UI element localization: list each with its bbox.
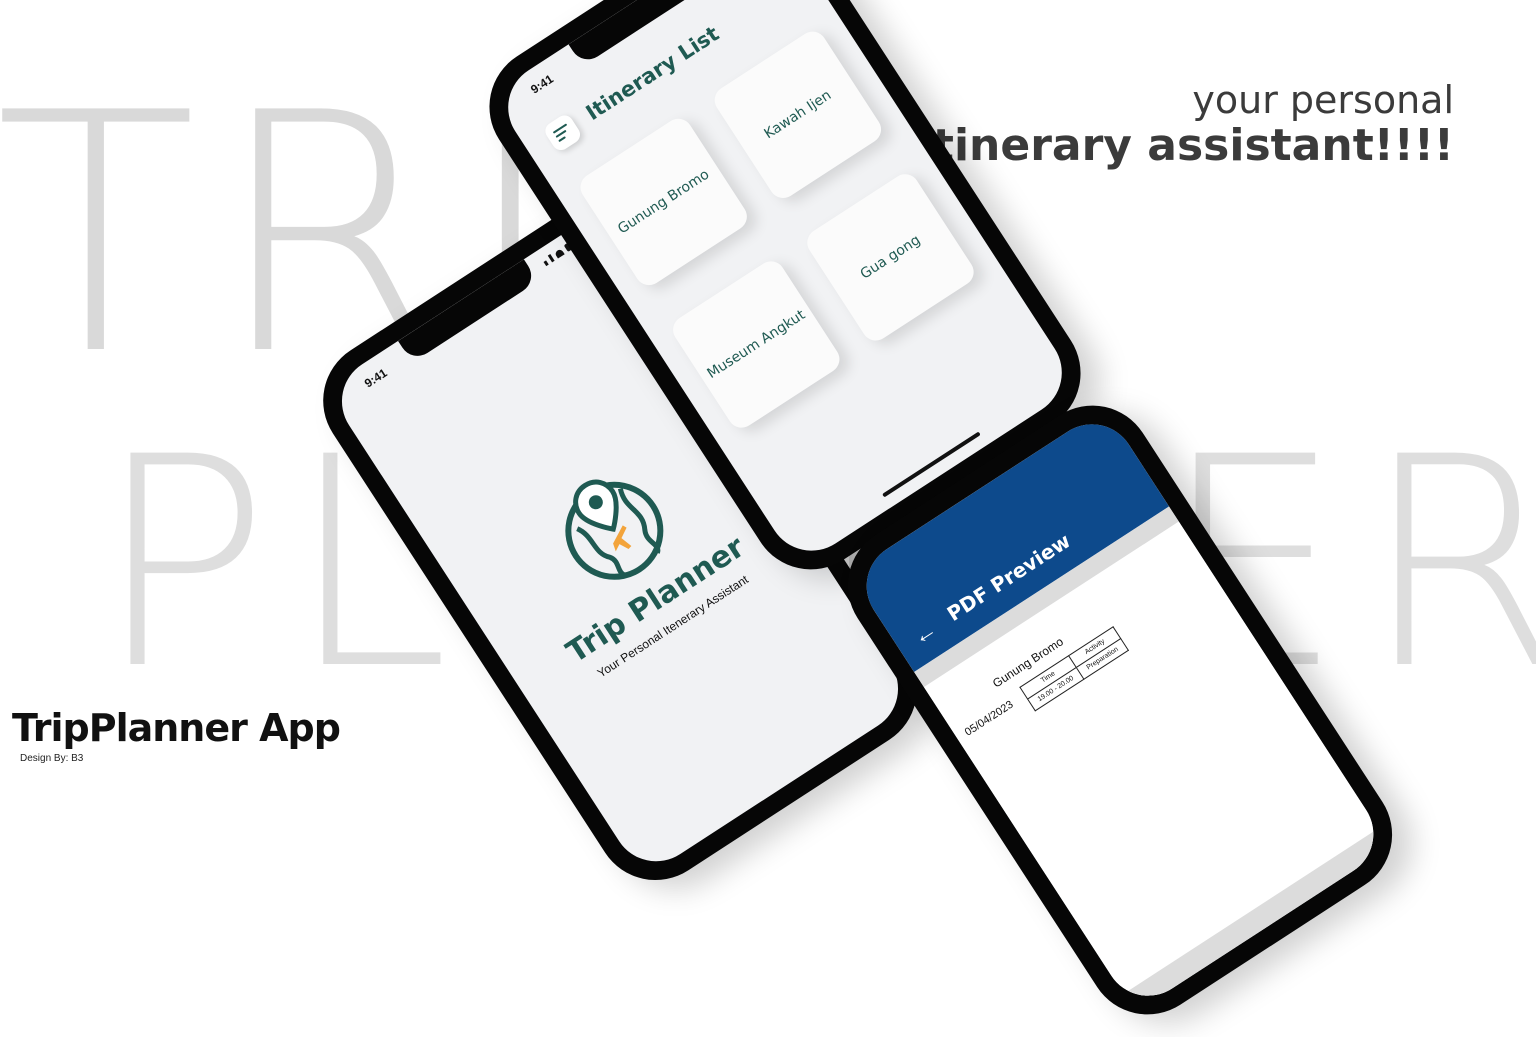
design-credit: Design By: B3	[20, 753, 84, 764]
brand-title: TripPlanner App	[12, 706, 341, 750]
itinerary-card-label: Gua gong	[857, 232, 924, 283]
signal-icon	[547, 254, 555, 263]
arrow-left-icon[interactable]: ←	[907, 616, 942, 653]
hamburger-menu-icon[interactable]	[541, 112, 584, 154]
status-time: 9:41	[528, 71, 556, 97]
wifi-icon	[554, 248, 565, 259]
tagline-line-1: your personal	[1192, 78, 1454, 122]
itinerary-card[interactable]: Kawah Ijen	[709, 26, 887, 204]
itinerary-card[interactable]: Gua gong	[801, 168, 980, 346]
itinerary-card-label: Kawah Ijen	[761, 87, 835, 143]
status-time: 9:41	[361, 365, 390, 391]
itinerary-card-label: Gunung Bromo	[615, 166, 713, 238]
itinerary-card[interactable]: Gunung Bromo	[575, 113, 753, 291]
itinerary-card-label: Museum Angkut	[704, 306, 809, 383]
itinerary-card[interactable]: Museum Angkut	[667, 255, 845, 434]
signal-icon	[543, 260, 549, 267]
tagline-line-2: itinerary assistant!!!!	[917, 120, 1454, 171]
